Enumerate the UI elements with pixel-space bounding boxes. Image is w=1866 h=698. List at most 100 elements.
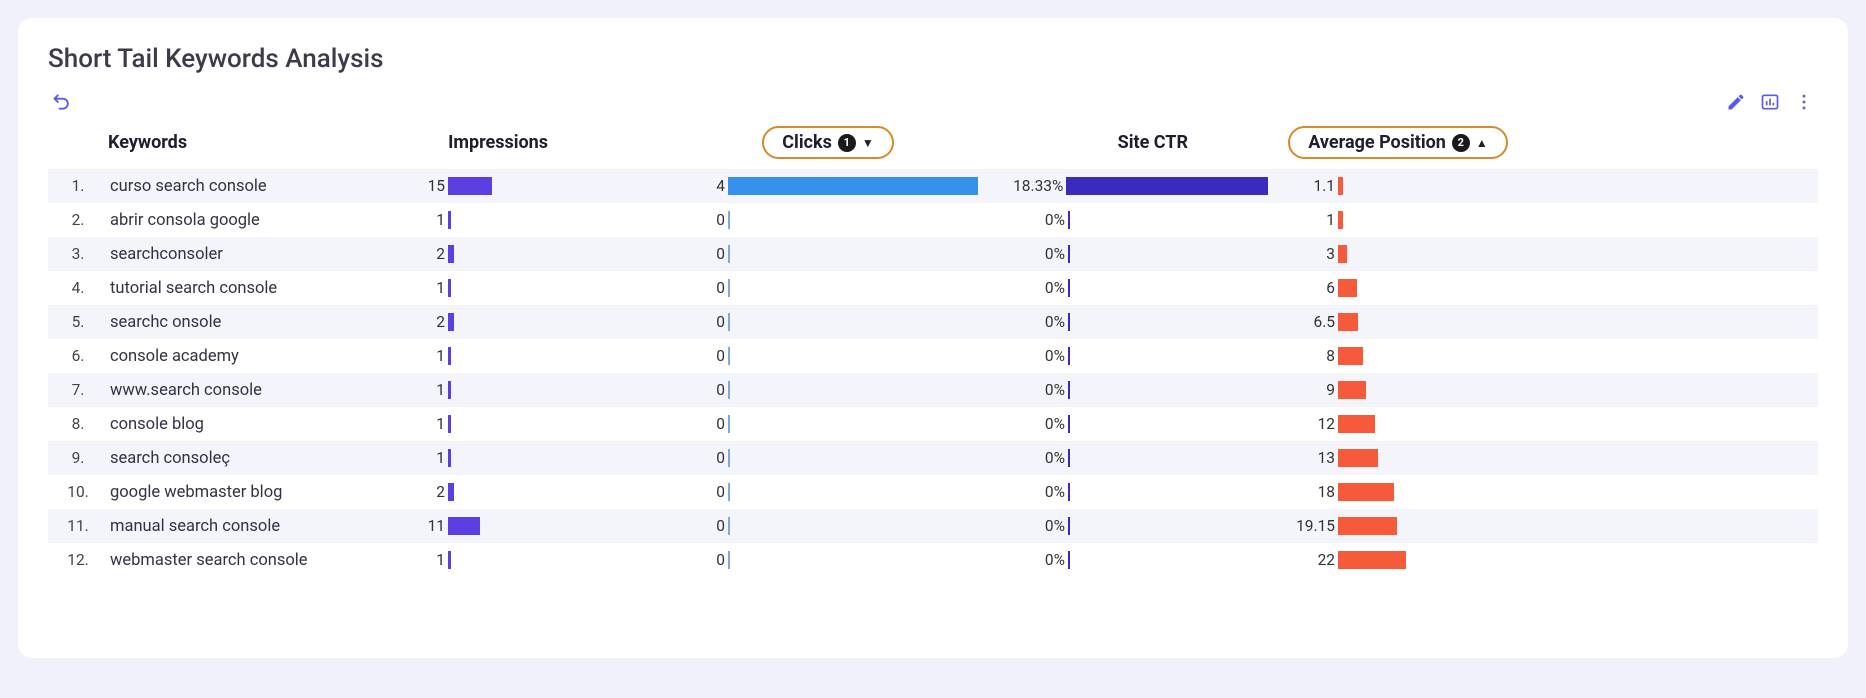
table-row[interactable]: 12.webmaster search console100%22 [48,543,1818,577]
row-index: 3. [48,245,108,263]
position-sort-pill[interactable]: Average Position 2 ▲ [1288,126,1507,159]
impressions-cell: 1 [388,449,668,467]
th-keywords[interactable]: Keywords [108,132,388,153]
th-ctr[interactable]: Site CTR [988,132,1268,153]
keyword-cell: webmaster search console [108,551,388,570]
position-value: 8 [1268,347,1338,365]
table-row[interactable]: 8.console blog100%12 [48,407,1818,441]
clicks-value: 0 [668,415,728,433]
ctr-cell: 0% [988,517,1268,535]
position-cell: 19.15 [1268,517,1528,535]
position-value: 19.15 [1268,517,1338,535]
position-value: 1.1 [1268,177,1338,195]
position-cell: 12 [1268,415,1528,433]
position-bar [1338,211,1343,229]
table-row[interactable]: 9.search consoleç100%13 [48,441,1818,475]
impressions-value: 1 [388,211,448,229]
impressions-value: 2 [388,245,448,263]
table-row[interactable]: 2.abrir consola google100%1 [48,203,1818,237]
row-index: 1. [48,177,108,195]
impressions-bar [448,313,454,331]
table-row[interactable]: 11.manual search console1100%19.15 [48,509,1818,543]
th-clicks-label: Clicks [782,132,832,153]
table-row[interactable]: 7.www.search console100%9 [48,373,1818,407]
clicks-cell: 4 [668,177,988,195]
impressions-value: 2 [388,313,448,331]
clicks-cell: 0 [668,517,988,535]
toolbar-right [1726,92,1814,116]
table-row[interactable]: 4.tutorial search console100%6 [48,271,1818,305]
position-cell: 13 [1268,449,1528,467]
position-bar [1338,483,1394,501]
th-impressions[interactable]: Impressions [388,132,668,153]
clicks-bar [728,517,730,535]
ctr-bar [1068,483,1070,501]
impressions-value: 1 [388,449,448,467]
ctr-bar [1068,381,1070,399]
undo-icon[interactable] [52,92,72,116]
position-value: 6.5 [1268,313,1338,331]
clicks-cell: 0 [668,415,988,433]
table-row[interactable]: 6.console academy100%8 [48,339,1818,373]
impressions-bar [448,381,451,399]
impressions-bar [448,415,451,433]
impressions-cell: 1 [388,381,668,399]
clicks-sort-pill[interactable]: Clicks 1 ▼ [762,126,893,159]
more-vert-icon[interactable] [1794,92,1814,116]
ctr-bar [1068,313,1070,331]
table-row[interactable]: 5.searchc onsole200%6.5 [48,305,1818,339]
ctr-value: 0% [988,551,1068,569]
th-position[interactable]: Average Position 2 ▲ [1268,126,1528,159]
ctr-cell: 0% [988,313,1268,331]
clicks-bar [728,347,730,365]
clicks-cell: 0 [668,245,988,263]
impressions-value: 11 [388,517,448,535]
clicks-bar [728,483,730,501]
table-row[interactable]: 3.searchconsoler200%3 [48,237,1818,271]
analysis-card: Short Tail Keywords Analysis Keywords Im… [18,18,1848,658]
clicks-cell: 0 [668,347,988,365]
position-value: 3 [1268,245,1338,263]
caret-down-icon: ▼ [862,136,874,150]
ctr-bar [1068,449,1070,467]
chart-icon[interactable] [1760,92,1780,116]
impressions-cell: 11 [388,517,668,535]
th-clicks[interactable]: Clicks 1 ▼ [668,126,988,159]
impressions-value: 2 [388,483,448,501]
table-body: 1.curso search console15418.33%1.12.abri… [48,169,1818,577]
impressions-bar [448,245,454,263]
keyword-cell: manual search console [108,517,388,536]
sort-badge-2: 2 [1452,134,1470,152]
position-value: 22 [1268,551,1338,569]
ctr-bar [1068,517,1070,535]
keyword-cell: searchc onsole [108,313,388,332]
sort-badge-1: 1 [838,134,856,152]
clicks-value: 0 [668,449,728,467]
clicks-value: 0 [668,279,728,297]
keyword-cell: curso search console [108,177,388,196]
impressions-bar [448,551,451,569]
caret-up-icon: ▲ [1476,136,1488,150]
ctr-value: 0% [988,245,1068,263]
row-index: 9. [48,449,108,467]
table-row[interactable]: 1.curso search console15418.33%1.1 [48,169,1818,203]
keywords-table: Keywords Impressions Clicks 1 ▼ Site CTR… [48,120,1818,577]
ctr-value: 0% [988,211,1068,229]
clicks-cell: 0 [668,483,988,501]
keyword-cell: console blog [108,415,388,434]
position-cell: 8 [1268,347,1528,365]
position-bar [1338,449,1378,467]
table-row[interactable]: 10.google webmaster blog200%18 [48,475,1818,509]
row-index: 6. [48,347,108,365]
impressions-bar [448,517,480,535]
pencil-icon[interactable] [1726,92,1746,116]
position-value: 18 [1268,483,1338,501]
position-value: 9 [1268,381,1338,399]
row-index: 7. [48,381,108,399]
impressions-value: 1 [388,347,448,365]
ctr-bar [1068,347,1070,365]
clicks-cell: 0 [668,279,988,297]
position-value: 13 [1268,449,1338,467]
clicks-value: 0 [668,381,728,399]
ctr-value: 0% [988,381,1068,399]
